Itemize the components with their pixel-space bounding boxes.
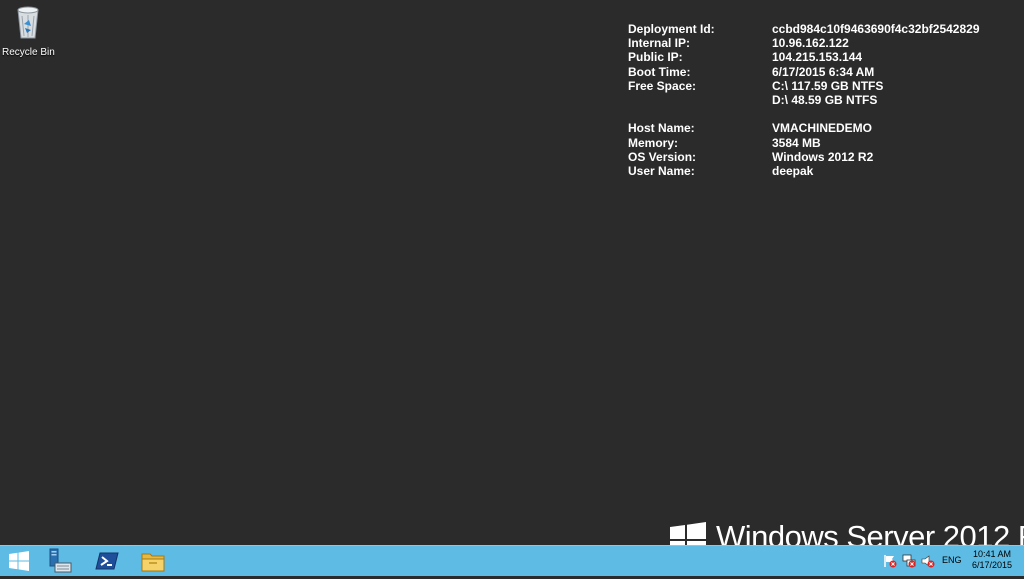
info-row-free-space-d: D:\ 48.59 GB NTFS bbox=[628, 93, 980, 107]
info-key bbox=[628, 107, 772, 121]
info-row-deployment-id: Deployment Id: ccbd984c10f9463690f4c32bf… bbox=[628, 22, 980, 36]
info-value: D:\ 48.59 GB NTFS bbox=[772, 92, 878, 107]
desktop-icon-label: Recycle Bin bbox=[2, 47, 55, 58]
info-key: Internal IP: bbox=[628, 36, 691, 51]
info-value: VMACHINEDEMO bbox=[772, 121, 873, 136]
info-key: User Name: bbox=[628, 163, 695, 178]
desktop: Recycle Bin Deployment Id: ccbd984c10f94… bbox=[0, 0, 1024, 545]
info-row-internal-ip: Internal IP: 10.96.162.122 bbox=[628, 36, 980, 50]
action-center-flag-icon[interactable] bbox=[883, 554, 897, 568]
desktop-icon-recycle-bin[interactable]: Recycle Bin bbox=[2, 4, 55, 58]
info-value: 3584 MB bbox=[772, 135, 821, 150]
network-icon[interactable] bbox=[902, 554, 916, 568]
server-manager-icon bbox=[49, 548, 72, 573]
info-key: Host Name: bbox=[628, 121, 695, 136]
info-row-public-ip: Public IP: 104.215.153.144 bbox=[628, 50, 980, 64]
taskbar: ENG 10:41 AM 6/17/2015 bbox=[0, 545, 1024, 576]
info-value: 6/17/2015 6:34 AM bbox=[772, 64, 875, 79]
taskbar-server-manager-button[interactable] bbox=[47, 548, 73, 574]
info-row-free-space-c: Free Space: C:\ 117.59 GB NTFS bbox=[628, 79, 980, 93]
clock-time: 10:41 AM bbox=[972, 549, 1012, 559]
clock-date: 6/17/2015 bbox=[971, 560, 1013, 570]
info-row-memory: Memory: 3584 MB bbox=[628, 136, 980, 150]
info-value: Windows 2012 R2 bbox=[772, 149, 874, 164]
info-key: Boot Time: bbox=[628, 64, 691, 79]
input-language-indicator[interactable]: ENG bbox=[942, 555, 962, 565]
info-row-os-version: OS Version: Windows 2012 R2 bbox=[628, 150, 980, 164]
info-value: deepak bbox=[772, 163, 814, 178]
windows-logo-icon bbox=[670, 522, 706, 545]
start-windows-icon bbox=[9, 551, 29, 571]
info-key: Memory: bbox=[628, 135, 679, 150]
taskbar-powershell-button[interactable] bbox=[94, 548, 120, 574]
taskbar-clock[interactable]: 10:41 AM 6/17/2015 bbox=[962, 549, 1022, 571]
bginfo-panel: Deployment Id: ccbd984c10f9463690f4c32bf… bbox=[628, 22, 980, 178]
branding-text: Windows Server 2012 R2 bbox=[716, 519, 1024, 545]
info-key bbox=[628, 93, 772, 107]
info-value: C:\ 117.59 GB NTFS bbox=[772, 78, 884, 93]
start-button[interactable] bbox=[6, 548, 32, 574]
info-key: Public IP: bbox=[628, 50, 683, 65]
info-row-spacer bbox=[628, 107, 980, 121]
volume-muted-icon[interactable] bbox=[921, 554, 935, 568]
info-row-host-name: Host Name: VMACHINEDEMO bbox=[628, 121, 980, 135]
info-key: OS Version: bbox=[628, 149, 697, 164]
info-value: ccbd984c10f9463690f4c32bf2542829 bbox=[772, 22, 980, 36]
taskbar-file-explorer-button[interactable] bbox=[140, 548, 166, 574]
file-explorer-icon bbox=[141, 553, 165, 572]
info-value: 10.96.162.122 bbox=[772, 36, 849, 51]
windows-server-branding: Windows Server 2012 R2 bbox=[670, 519, 1024, 545]
info-key: Free Space: bbox=[628, 78, 697, 93]
info-value: 104.215.153.144 bbox=[772, 50, 863, 65]
info-key: Deployment Id: bbox=[628, 22, 715, 36]
info-row-user-name: User Name: deepak bbox=[628, 164, 980, 178]
info-row-boot-time: Boot Time: 6/17/2015 6:34 AM bbox=[628, 65, 980, 79]
powershell-icon bbox=[95, 552, 119, 570]
recycle-bin-icon bbox=[17, 6, 39, 39]
